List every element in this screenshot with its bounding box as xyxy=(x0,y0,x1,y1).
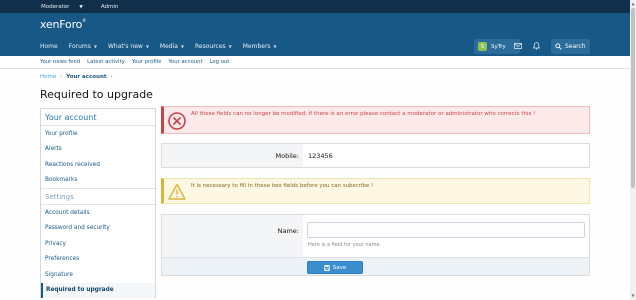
chevron-down-icon[interactable]: ▼ xyxy=(181,44,184,49)
account-sidebar: Your account Your profile Alerts Reactio… xyxy=(40,108,156,298)
breadcrumb-current[interactable]: Your account xyxy=(66,74,106,80)
sidebar-heading[interactable]: Your account xyxy=(41,109,155,126)
nav-resources-label: Resources xyxy=(195,43,226,50)
name-form: Name: Here is a field for your name. Sav… xyxy=(161,214,590,276)
chevron-down-icon[interactable]: ▼ xyxy=(274,44,277,49)
nav-resources[interactable]: Resources ▼ xyxy=(195,43,232,50)
chevron-right-icon: › xyxy=(110,74,113,80)
avatar: S xyxy=(478,42,487,51)
warning-message: It is necessary to fill in these two fie… xyxy=(191,183,374,189)
chevron-down-icon: ▼ xyxy=(79,4,83,10)
search-label: Search xyxy=(565,43,586,50)
error-alert: All these fields can no longer be modifi… xyxy=(161,106,590,134)
scroll-up-icon[interactable]: ▲ xyxy=(630,0,636,8)
form-footer: Save xyxy=(162,257,589,275)
chevron-right-icon: › xyxy=(60,74,63,80)
scroll-down-icon[interactable]: ▼ xyxy=(630,292,636,300)
sub-nav: Your news feed Latest activity Your prof… xyxy=(0,56,630,69)
bell-icon[interactable] xyxy=(531,41,541,51)
subnav-log-out[interactable]: Log out xyxy=(210,59,230,65)
subnav-your-profile[interactable]: Your profile xyxy=(132,59,162,65)
chevron-down-icon[interactable]: ▼ xyxy=(146,44,149,49)
mobile-label: Mobile: xyxy=(275,152,299,160)
sidebar-item-password[interactable]: Password and security xyxy=(41,221,155,237)
sidebar-item-privacy[interactable]: Privacy xyxy=(41,236,155,252)
inbox-icon[interactable] xyxy=(513,41,523,51)
sidebar-item-preferences[interactable]: Preferences xyxy=(41,252,155,268)
logo-text: xenForo xyxy=(40,18,83,31)
scroll-thumb[interactable] xyxy=(631,8,635,188)
subnav-latest-activity[interactable]: Latest activity xyxy=(87,59,125,65)
error-message: All these fields can no longer be modifi… xyxy=(191,111,536,117)
sidebar-settings-heading: Settings xyxy=(41,188,155,205)
nav-forums-label: Forums xyxy=(68,43,91,50)
warning-alert: It is necessary to fill in these two fie… xyxy=(161,178,590,204)
sidebar-item-required-upgrade[interactable]: Required to upgrade xyxy=(41,282,155,298)
warning-triangle-icon xyxy=(167,182,187,202)
name-input[interactable] xyxy=(307,222,585,238)
nav-media[interactable]: Media ▼ xyxy=(160,43,184,50)
nav-forums[interactable]: Forums ▼ xyxy=(69,43,97,50)
main-nav: Home Forums ▼ What's new ▼ Media ▼ Resource… xyxy=(0,37,630,56)
site-logo[interactable]: xenForo® xyxy=(40,18,86,31)
page-scrollbar[interactable]: ▲ ▼ xyxy=(630,0,636,300)
name-hint: Here is a field for your name. xyxy=(308,242,382,248)
nav-home[interactable]: Home xyxy=(40,43,58,50)
nav-whats-new-label: What's new xyxy=(107,43,143,50)
save-label: Save xyxy=(332,264,347,271)
subnav-news-feed[interactable]: Your news feed xyxy=(40,59,80,65)
sidebar-item-reactions[interactable]: Reactions received xyxy=(41,157,155,173)
chevron-down-icon[interactable]: ▼ xyxy=(94,44,97,49)
sidebar-item-account-details[interactable]: Account details xyxy=(41,205,155,221)
nav-whats-new[interactable]: What's new ▼ xyxy=(108,43,149,50)
search-icon xyxy=(555,43,562,50)
name-label: Name: xyxy=(277,227,299,235)
moderator-menu[interactable]: Moderator ▼ xyxy=(41,4,92,10)
sidebar-item-signature[interactable]: Signature xyxy=(41,267,155,283)
username: SyTry xyxy=(491,43,506,50)
staff-bar: Moderator ▼ Admin xyxy=(0,0,630,13)
nav-media-label: Media xyxy=(159,43,178,50)
search-button[interactable]: Search xyxy=(551,39,590,54)
moderator-label: Moderator xyxy=(41,3,70,10)
sidebar-item-your-profile[interactable]: Your profile xyxy=(41,126,155,142)
nav-members[interactable]: Members ▼ xyxy=(243,43,277,50)
nav-home-label: Home xyxy=(40,43,58,50)
admin-link[interactable]: Admin xyxy=(101,4,119,10)
subnav-your-account[interactable]: Your account xyxy=(168,59,202,65)
sidebar-item-alerts[interactable]: Alerts xyxy=(41,142,155,158)
site-header: xenForo® xyxy=(0,13,630,37)
nav-members-label: Members xyxy=(242,43,271,50)
sidebar-item-bookmarks[interactable]: Bookmarks xyxy=(41,173,155,189)
breadcrumb: Home › Your account › xyxy=(40,74,117,80)
chevron-down-icon[interactable]: ▼ xyxy=(229,44,232,49)
save-button[interactable]: Save xyxy=(307,261,363,274)
mobile-row: Mobile: 123456 xyxy=(161,143,590,168)
breadcrumb-home[interactable]: Home xyxy=(40,74,56,80)
error-circle-icon xyxy=(167,111,187,131)
save-icon xyxy=(323,264,330,271)
page-title: Required to upgrade xyxy=(40,88,153,101)
mobile-value: 123456 xyxy=(308,152,333,160)
